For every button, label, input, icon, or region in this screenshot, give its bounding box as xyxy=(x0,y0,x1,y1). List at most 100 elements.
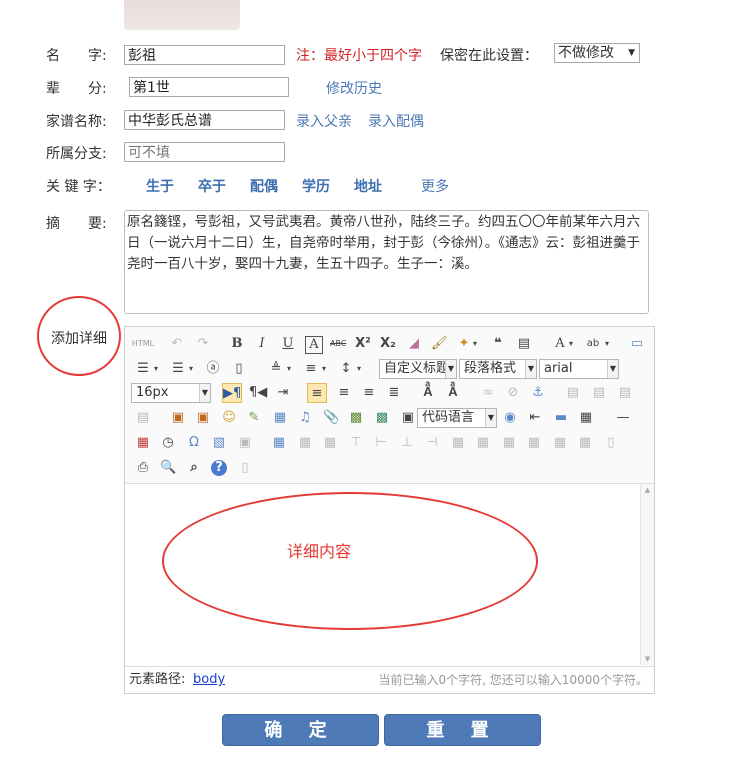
underline-icon[interactable]: U xyxy=(280,336,296,352)
html-source-button[interactable]: HTML xyxy=(131,334,155,354)
image-none-icon[interactable]: ▤ xyxy=(617,385,633,401)
privacy-select[interactable]: 不做修改 ▼ xyxy=(554,43,640,63)
align-justify-icon[interactable]: ≣ xyxy=(386,385,402,401)
image-left-icon[interactable]: ▤ xyxy=(565,385,581,401)
element-path-body[interactable]: body xyxy=(193,667,225,693)
new-doc-icon[interactable]: ▯ xyxy=(231,361,247,377)
split-cells-icon[interactable]: ▦ xyxy=(526,435,542,451)
keyword-education[interactable]: 学历 xyxy=(302,176,330,196)
merge-right-icon[interactable]: ▦ xyxy=(475,435,491,451)
anchor-icon[interactable]: ⚓ xyxy=(530,385,546,401)
reset-button[interactable]: 重 置 xyxy=(384,714,541,746)
line-height-icon[interactable]: ↕ xyxy=(338,361,354,377)
link-icon[interactable]: ∞ xyxy=(480,385,496,401)
paste-plain-icon[interactable]: ▤ xyxy=(516,336,532,352)
strikethrough-icon[interactable]: ABC xyxy=(330,336,346,352)
keyword-spouse[interactable]: 配偶 xyxy=(250,176,278,196)
font-family-select[interactable]: arial ▼ xyxy=(539,359,619,379)
keyword-address[interactable]: 地址 xyxy=(354,176,382,196)
italic-icon[interactable]: I xyxy=(254,336,270,352)
editor-scrollbar[interactable]: ▲ ▼ xyxy=(640,484,654,665)
snap-screen-icon[interactable]: ▦ xyxy=(578,410,594,426)
chevron-down-icon[interactable]: ▾ xyxy=(471,336,479,352)
chevron-down-icon[interactable]: ▾ xyxy=(603,336,611,352)
help-icon[interactable]: ? xyxy=(211,460,227,476)
insert-col-icon[interactable]: ⊥ xyxy=(399,435,415,451)
ordered-list-icon[interactable]: ☰ xyxy=(135,361,151,377)
undo-icon[interactable]: ↶ xyxy=(169,336,185,352)
paragraph-spacing-bottom-icon[interactable]: ≡ xyxy=(303,361,319,377)
eraser-icon[interactable]: ◢ xyxy=(406,336,422,352)
delete-table-icon[interactable]: ▦ xyxy=(297,435,313,451)
google-map-icon[interactable]: ▩ xyxy=(374,410,390,426)
uppercase-icon[interactable]: Aͣ xyxy=(420,385,436,401)
insert-paragraph-before-table-icon[interactable]: ▦ xyxy=(322,435,338,451)
video-icon[interactable]: ▦ xyxy=(272,410,288,426)
align-center-icon[interactable]: ≡ xyxy=(336,385,352,401)
unordered-list-icon[interactable]: ☰ xyxy=(170,361,186,377)
custom-title-select[interactable]: 自定义标题 ▼ xyxy=(379,359,457,379)
generation-input[interactable]: 第1世 xyxy=(129,77,289,97)
page-break-icon[interactable]: ⇤ xyxy=(527,410,543,426)
enter-spouse-link[interactable]: 录入配偶 xyxy=(368,111,424,131)
paragraph-spacing-top-icon[interactable]: ≜ xyxy=(268,361,284,377)
multi-image-icon[interactable]: ▣ xyxy=(195,410,211,426)
chevron-down-icon[interactable]: ▾ xyxy=(567,336,575,352)
emoticon-icon[interactable]: ☺ xyxy=(221,410,237,426)
align-right-icon[interactable]: ≡ xyxy=(361,385,377,401)
font-size-select[interactable]: 16px ▼ xyxy=(131,383,211,403)
align-left-icon[interactable]: ≡ xyxy=(307,383,327,403)
merge-down-icon[interactable]: ▦ xyxy=(501,435,517,451)
paragraph-format-select[interactable]: 段落格式 ▼ xyxy=(459,359,537,379)
redo-icon[interactable]: ↷ xyxy=(195,336,211,352)
image-center-icon[interactable]: ▤ xyxy=(135,410,151,426)
subscript-icon[interactable]: X₂ xyxy=(380,336,396,352)
split-cols-icon[interactable]: ▦ xyxy=(577,435,593,451)
music-icon[interactable]: ♫ xyxy=(297,410,313,426)
confirm-button[interactable]: 确 定 xyxy=(222,714,379,746)
bold-icon[interactable]: B xyxy=(229,336,245,352)
highlight-color-icon[interactable]: ab xyxy=(585,336,601,352)
special-chars-icon[interactable]: Ω xyxy=(186,435,202,451)
fullscreen-icon[interactable]: ▭ xyxy=(629,336,645,352)
keyword-died[interactable]: 卒于 xyxy=(198,176,226,196)
image-right-icon[interactable]: ▤ xyxy=(591,385,607,401)
delete-col-icon[interactable]: ⊣ xyxy=(424,435,440,451)
background-icon[interactable]: ▬ xyxy=(553,410,569,426)
keyword-more[interactable]: 更多 xyxy=(421,176,449,196)
chevron-down-icon[interactable]: ▾ xyxy=(320,361,328,377)
indent-icon[interactable]: ⇥ xyxy=(275,385,291,401)
scroll-up-icon[interactable]: ▲ xyxy=(641,486,654,494)
rtl-direction-icon[interactable]: ¶◀ xyxy=(249,385,267,401)
time-icon[interactable]: ◷ xyxy=(160,435,176,451)
date-icon[interactable]: ▦ xyxy=(135,435,151,451)
attachment-icon[interactable]: 📎 xyxy=(323,410,339,426)
frame-icon[interactable]: ▣ xyxy=(400,410,416,426)
drafts-icon[interactable]: ▯ xyxy=(237,460,253,476)
format-brush-icon[interactable]: 🖌 xyxy=(431,336,448,352)
blockquote-icon[interactable]: ❝ xyxy=(490,336,506,352)
ltr-direction-icon[interactable]: ▶¶ xyxy=(222,383,242,403)
map-icon[interactable]: ▩ xyxy=(348,410,364,426)
split-rows-icon[interactable]: ▦ xyxy=(552,435,568,451)
print-icon[interactable]: ⎙ xyxy=(135,460,151,476)
template-icon[interactable]: ◉ xyxy=(502,410,518,426)
unlink-icon[interactable]: ⊘ xyxy=(505,385,521,401)
lowercase-icon[interactable]: Aͣ xyxy=(445,385,461,401)
anchor-text-icon[interactable]: ⓐ xyxy=(205,361,221,377)
table-icon-disabled[interactable]: ▣ xyxy=(237,435,253,451)
insert-row-icon[interactable]: ⊤ xyxy=(348,435,364,451)
font-border-icon[interactable]: A xyxy=(305,336,323,354)
horizontal-rule-icon[interactable]: — xyxy=(615,410,631,426)
preview-icon[interactable]: 🔍 xyxy=(160,460,176,476)
font-color-icon[interactable]: A xyxy=(552,336,568,352)
keyword-born[interactable]: 生于 xyxy=(146,176,174,196)
name-input[interactable]: 彭祖 xyxy=(124,45,285,65)
insert-table-icon[interactable]: ▦ xyxy=(271,435,287,451)
insert-image-icon[interactable]: ▣ xyxy=(170,410,186,426)
summary-textarea[interactable]: 原名籛铿，号彭祖，又号武夷君。黄帝八世孙，陆终三子。约四五〇〇年前某年六月六日（… xyxy=(124,210,649,314)
code-language-select[interactable]: 代码语言 ▼ xyxy=(417,408,497,428)
word-image-icon[interactable]: ▧ xyxy=(211,435,227,451)
superscript-icon[interactable]: X² xyxy=(355,336,371,352)
scroll-down-icon[interactable]: ▼ xyxy=(641,655,654,663)
